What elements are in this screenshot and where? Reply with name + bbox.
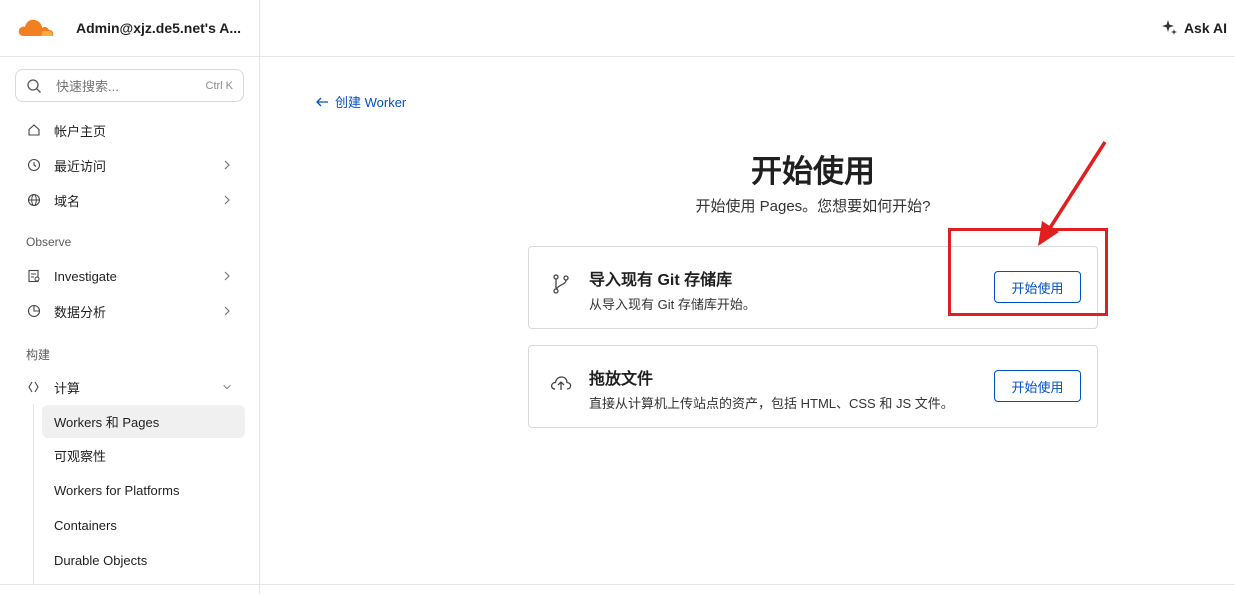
sidebar-item-label: 计算 [54,380,81,396]
main-divider [260,584,1235,585]
annotation-arrow-icon [1038,141,1107,246]
page-title: 开始使用 [751,154,875,189]
sidebar: Admin@xjz.de5.net's A... 快速搜索... Ctrl K … [0,0,260,594]
back-link[interactable]: 创建 Worker [315,92,406,111]
card-description: 直接从计算机上传站点的资产，包括 HTML、CSS 和 JS 文件。 [589,396,954,411]
search-placeholder: 快速搜索... [56,79,119,94]
search-shortcut: Ctrl K [205,79,234,92]
sidebar-item-containers[interactable]: Containers [42,509,245,542]
chevron-right-icon [224,306,230,316]
compute-icon [26,379,42,395]
cloud-upload-icon [550,376,572,390]
sidebar-item-workers-for-platforms[interactable]: Workers for Platforms [42,474,245,507]
drag-drop-card: 拖放文件 直接从计算机上传站点的资产，包括 HTML、CSS 和 JS 文件。 … [528,345,1098,428]
git-branch-icon [553,274,569,294]
page-subtitle: 开始使用 Pages。您想要如何开始? [695,198,931,215]
sidebar-item-compute[interactable]: 计算 [16,371,244,403]
drag-drop-start-button[interactable]: 开始使用 [994,370,1081,402]
back-link-label: 创建 Worker [335,95,407,110]
chevron-right-icon [224,160,230,170]
card-title: 导入现有 Git 存储库 [589,272,733,289]
search-input[interactable]: 快速搜索... Ctrl K [15,69,244,102]
history-icon [26,157,42,173]
sidebar-item-label: 最近访问 [54,158,107,174]
sidebar-item-recent[interactable]: 最近访问 [16,149,244,181]
home-icon [26,122,42,138]
ask-ai-button[interactable]: Ask AI [1161,19,1227,36]
sidebar-item-observability[interactable]: 可观察性 [42,439,245,472]
sidebar-item-domains[interactable]: 域名 [16,184,244,216]
sparkle-icon [1161,20,1177,35]
section-heading-observe: Observe [26,235,72,249]
sidebar-divider [0,584,260,585]
sidebar-item-workers-pages[interactable]: Workers 和 Pages [42,405,245,438]
card-description: 从导入现有 Git 存储库开始。 [589,297,756,312]
ask-ai-label: Ask AI [1183,19,1227,36]
sidebar-item-label: 域名 [54,193,81,209]
sidebar-item-analytics[interactable]: 数据分析 [16,295,244,327]
sidebar-item-investigate[interactable]: Investigate [16,260,244,292]
section-heading-build: 构建 [26,348,51,362]
chevron-right-icon [224,271,230,281]
globe-icon [26,192,42,208]
sidebar-item-durable-objects[interactable]: Durable Objects [42,544,245,577]
cloudflare-logo-icon [18,19,54,36]
sidebar-item-label: 帐户主页 [54,123,107,139]
card-title: 拖放文件 [589,371,654,388]
submenu-divider [33,404,34,584]
chevron-down-icon [223,384,231,390]
sidebar-item-account-home[interactable]: 帐户主页 [16,114,244,146]
chevron-right-icon [224,195,230,205]
sidebar-item-label: 数据分析 [54,304,107,320]
top-bar: Ask AI [260,0,1235,57]
sidebar-item-label: Investigate [54,268,117,284]
investigate-icon [26,268,42,284]
arrow-left-icon [316,97,328,106]
account-name: Admin@xjz.de5.net's A... [76,20,242,36]
search-icon [27,78,41,93]
analytics-icon [26,303,42,319]
account-header[interactable]: Admin@xjz.de5.net's A... [0,0,259,57]
